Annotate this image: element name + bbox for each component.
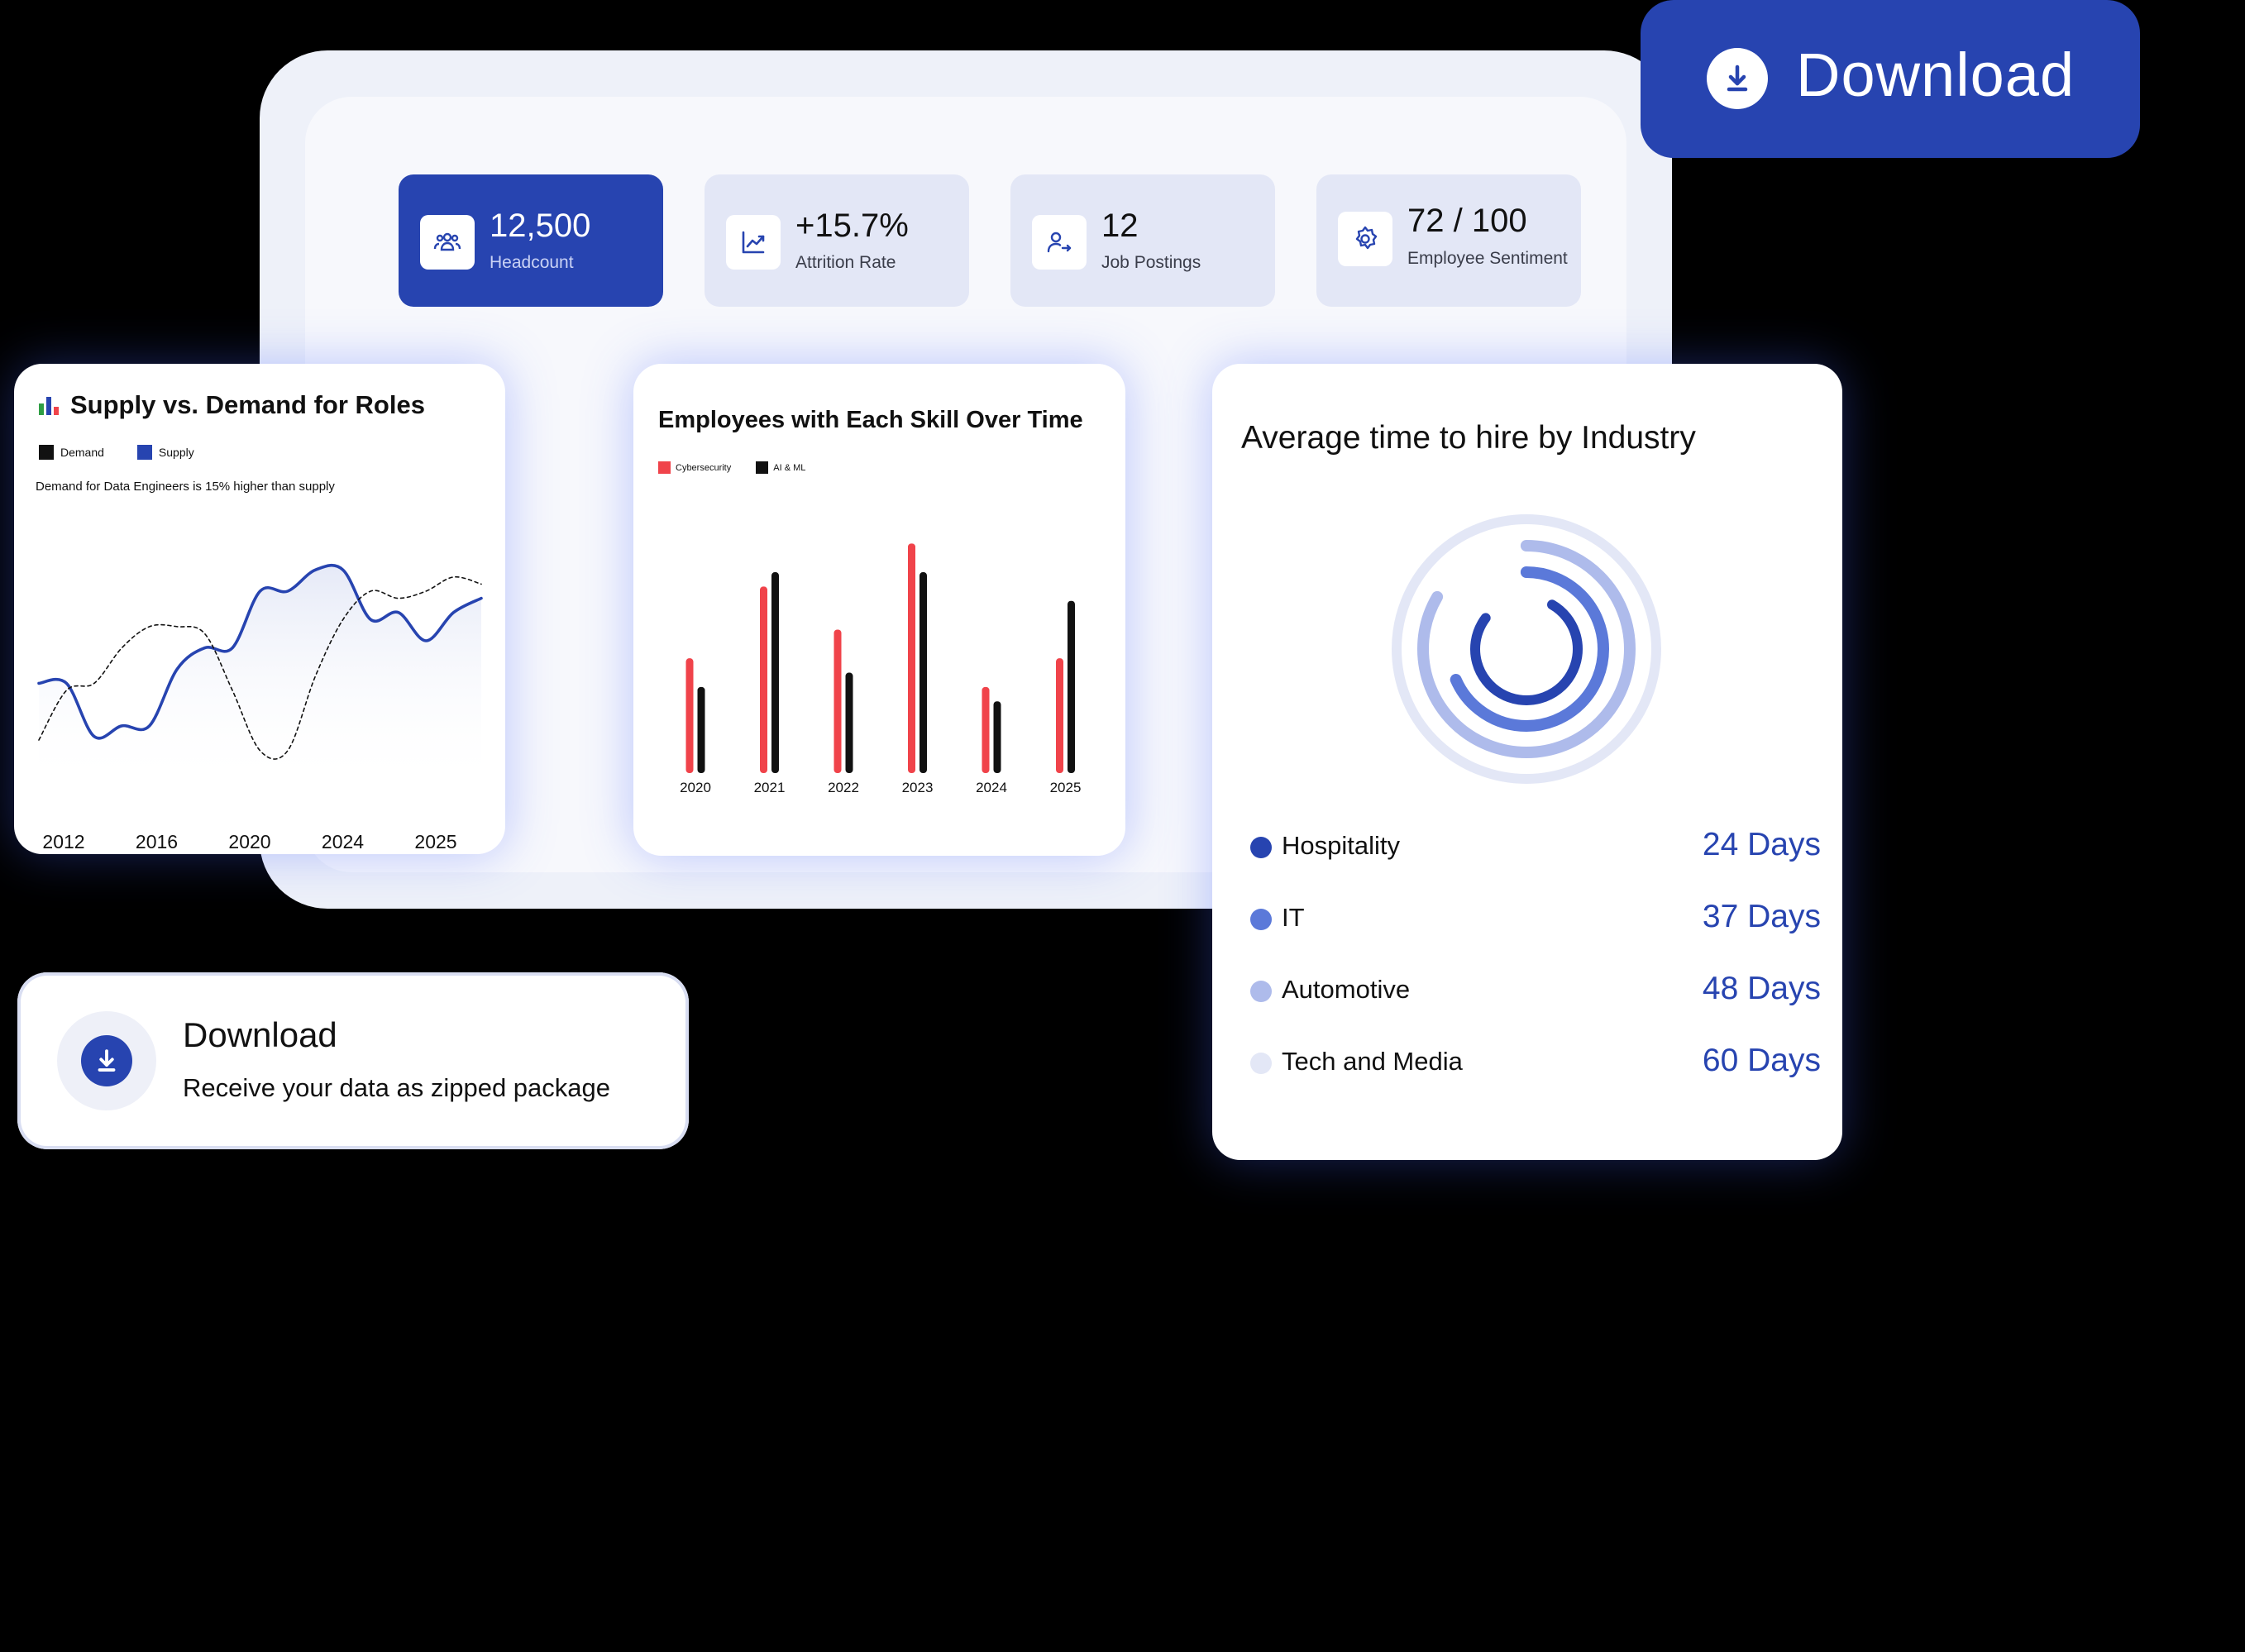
- industry-row: Hospitality 24 Days: [1250, 827, 1821, 868]
- industry-row: IT 37 Days: [1250, 899, 1821, 940]
- industry-name: Automotive: [1282, 975, 1411, 1004]
- bar-ai-ml-2023: [919, 572, 927, 773]
- download-icon: [1707, 48, 1768, 109]
- bar-cybersecurity-2023: [908, 543, 915, 773]
- stat-value: 72 / 100: [1407, 203, 1527, 239]
- stat-card-sentiment[interactable]: 72 / 100 Employee Sentiment: [1316, 174, 1581, 307]
- stat-card-attrition[interactable]: +15.7% Attrition Rate: [705, 174, 969, 307]
- bar-cybersecurity-2024: [982, 686, 990, 773]
- download-icon-halo: [57, 1011, 156, 1110]
- x-tick-label: 2020: [228, 831, 270, 852]
- bar-cybersecurity-2021: [760, 586, 767, 773]
- stat-card-headcount[interactable]: 12,500 Headcount: [399, 174, 663, 307]
- stat-value: 12,500: [490, 208, 591, 244]
- x-tick-label: 2016: [136, 831, 178, 852]
- x-tick-label: 2023: [902, 780, 934, 795]
- x-tick-label: 2020: [680, 780, 711, 795]
- bar-cybersecurity-2025: [1056, 658, 1063, 773]
- industry-row: Tech and Media 60 Days: [1250, 1043, 1821, 1084]
- industry-dot: [1250, 837, 1272, 858]
- legend-swatch-ai-ml: [756, 461, 769, 474]
- stat-label: Attrition Rate: [795, 253, 896, 272]
- industry-row: Automotive 48 Days: [1250, 971, 1821, 1012]
- skills-chart-card: Employees with Each Skill Over Time Cybe…: [633, 364, 1125, 856]
- industry-days: 37 Days: [1702, 899, 1821, 934]
- download-button-label: Download: [1796, 41, 2075, 109]
- supply-demand-chart: 2012 2016 2020 2024 2025: [37, 563, 483, 852]
- download-card[interactable]: Download Receive your data as zipped pac…: [17, 972, 689, 1149]
- x-tick-label: 2024: [322, 831, 364, 852]
- download-card-title: Download: [183, 1015, 337, 1054]
- industry-name: Hospitality: [1282, 831, 1400, 860]
- bar-chart-emoji-icon: [39, 395, 60, 415]
- supply-demand-title: Supply vs. Demand for Roles: [39, 390, 425, 420]
- download-icon: [81, 1035, 132, 1086]
- legend-label-demand: Demand: [60, 446, 104, 459]
- bar-ai-ml-2021: [771, 572, 779, 773]
- stat-card-job-postings[interactable]: 12 Job Postings: [1010, 174, 1275, 307]
- supply-area: [39, 565, 481, 790]
- legend-label-ai-ml: AI & ML: [773, 462, 806, 473]
- user-arrow-icon: [1032, 215, 1087, 270]
- gear-icon: [1338, 212, 1392, 266]
- industry-name: IT: [1282, 903, 1305, 932]
- industry-dot: [1250, 981, 1272, 1002]
- stat-label: Employee Sentiment: [1407, 249, 1568, 268]
- legend-label-supply: Supply: [158, 446, 194, 459]
- time-to-hire-card: Average time to hire by Industry Hospita…: [1212, 364, 1842, 1160]
- time-to-hire-title: Average time to hire by Industry: [1241, 420, 1696, 456]
- legend-swatch-supply: [136, 445, 152, 460]
- supply-demand-note: Demand for Data Engineers is 15% higher …: [36, 480, 335, 494]
- legend-label-cybersecurity: Cybersecurity: [676, 462, 732, 473]
- industry-days: 24 Days: [1702, 827, 1821, 862]
- industry-dot: [1250, 1053, 1272, 1074]
- people-icon: [420, 215, 475, 270]
- legend-swatch-cybersecurity: [658, 461, 671, 474]
- x-tick-label: 2025: [1050, 780, 1082, 795]
- supply-demand-card: Supply vs. Demand for Roles Demand Suppl…: [14, 364, 505, 854]
- stat-label: Job Postings: [1101, 253, 1201, 272]
- bar-cybersecurity-2020: [685, 658, 694, 773]
- x-tick-label: 2025: [414, 831, 456, 852]
- x-tick-label: 2022: [828, 780, 859, 795]
- bar-ai-ml-2022: [845, 672, 853, 773]
- skills-chart-legend: Cybersecurity AI & ML: [658, 461, 805, 474]
- time-to-hire-radial-chart: [1392, 514, 1661, 784]
- skills-chart-title: Employees with Each Skill Over Time: [658, 407, 1083, 433]
- industry-name: Tech and Media: [1282, 1047, 1463, 1076]
- skills-bar-chart: 2020 2021 2022 2023 2024 2025: [680, 543, 1082, 795]
- trend-up-icon: [726, 215, 781, 270]
- x-tick-label: 2021: [754, 780, 786, 795]
- download-button[interactable]: Download: [1641, 0, 2140, 158]
- bar-ai-ml-2025: [1068, 600, 1075, 773]
- download-card-subtitle: Receive your data as zipped package: [183, 1073, 610, 1102]
- industry-days: 60 Days: [1702, 1043, 1821, 1078]
- stat-value: 12: [1101, 208, 1139, 244]
- bar-ai-ml-2020: [697, 686, 705, 773]
- supply-demand-legend: Demand Supply: [39, 445, 194, 460]
- stat-value: +15.7%: [795, 208, 909, 244]
- industry-days: 48 Days: [1702, 971, 1821, 1006]
- x-tick-label: 2012: [42, 831, 84, 852]
- bar-cybersecurity-2022: [834, 629, 842, 773]
- stat-label: Headcount: [490, 253, 574, 272]
- industry-dot: [1250, 909, 1272, 930]
- bar-ai-ml-2024: [993, 701, 1001, 773]
- legend-swatch-demand: [39, 445, 54, 460]
- x-tick-label: 2024: [976, 780, 1007, 795]
